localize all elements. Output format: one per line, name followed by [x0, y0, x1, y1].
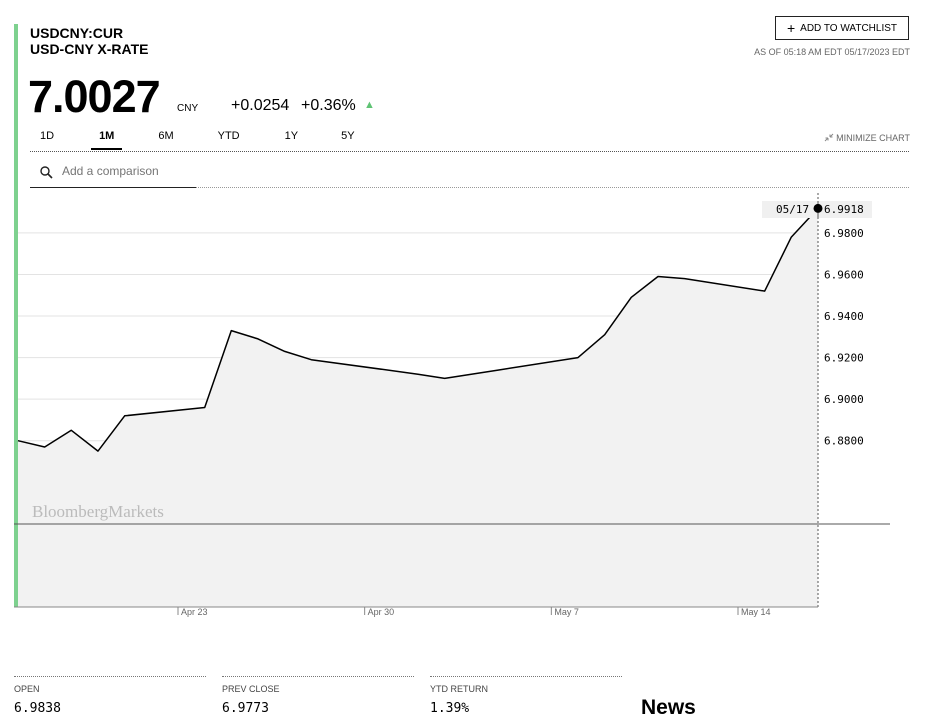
hover-value: 6.9918: [824, 203, 864, 216]
x-tick-label: May 14: [741, 607, 771, 617]
x-tick-label: Apr 23: [181, 607, 208, 617]
hover-date: 05/17: [776, 203, 809, 216]
news-heading: News: [641, 696, 696, 719]
y-tick-label: 6.9200: [824, 352, 864, 365]
y-axis: 6.8800 6.9000 6.9200 6.9400 6.9600 6.9800: [824, 227, 864, 448]
y-tick-label: 6.9600: [824, 268, 864, 281]
stat-label: OPEN: [14, 684, 40, 694]
y-tick-label: 6.9800: [824, 227, 864, 240]
stat-value: 6.9838: [14, 701, 61, 716]
y-tick-label: 6.9400: [824, 310, 864, 323]
stat-label: YTD RETURN: [430, 684, 488, 694]
watermark: BloombergMarkets: [32, 502, 164, 521]
stat-value: 6.9773: [222, 701, 269, 716]
y-tick-label: 6.8800: [824, 435, 864, 448]
stat-value: 1.39%: [430, 701, 470, 716]
price-area: [18, 208, 818, 607]
stat-ytd-return: YTD RETURN 1.39%: [430, 676, 622, 716]
stat-open: OPEN 6.9838: [14, 676, 206, 716]
x-tick-label: May 7: [554, 607, 579, 617]
x-tick-label: Apr 30: [368, 607, 395, 617]
x-axis: Apr 23 Apr 30 May 7 May 14: [177, 607, 771, 617]
stat-label: PREV CLOSE: [222, 684, 280, 694]
last-point-marker: [813, 203, 823, 213]
price-chart[interactable]: BloombergMarkets 6.8800 6.9000 6.9200 6.940…: [0, 0, 931, 640]
stat-prev-close: PREV CLOSE 6.9773: [222, 676, 414, 716]
y-tick-label: 6.9000: [824, 393, 864, 406]
